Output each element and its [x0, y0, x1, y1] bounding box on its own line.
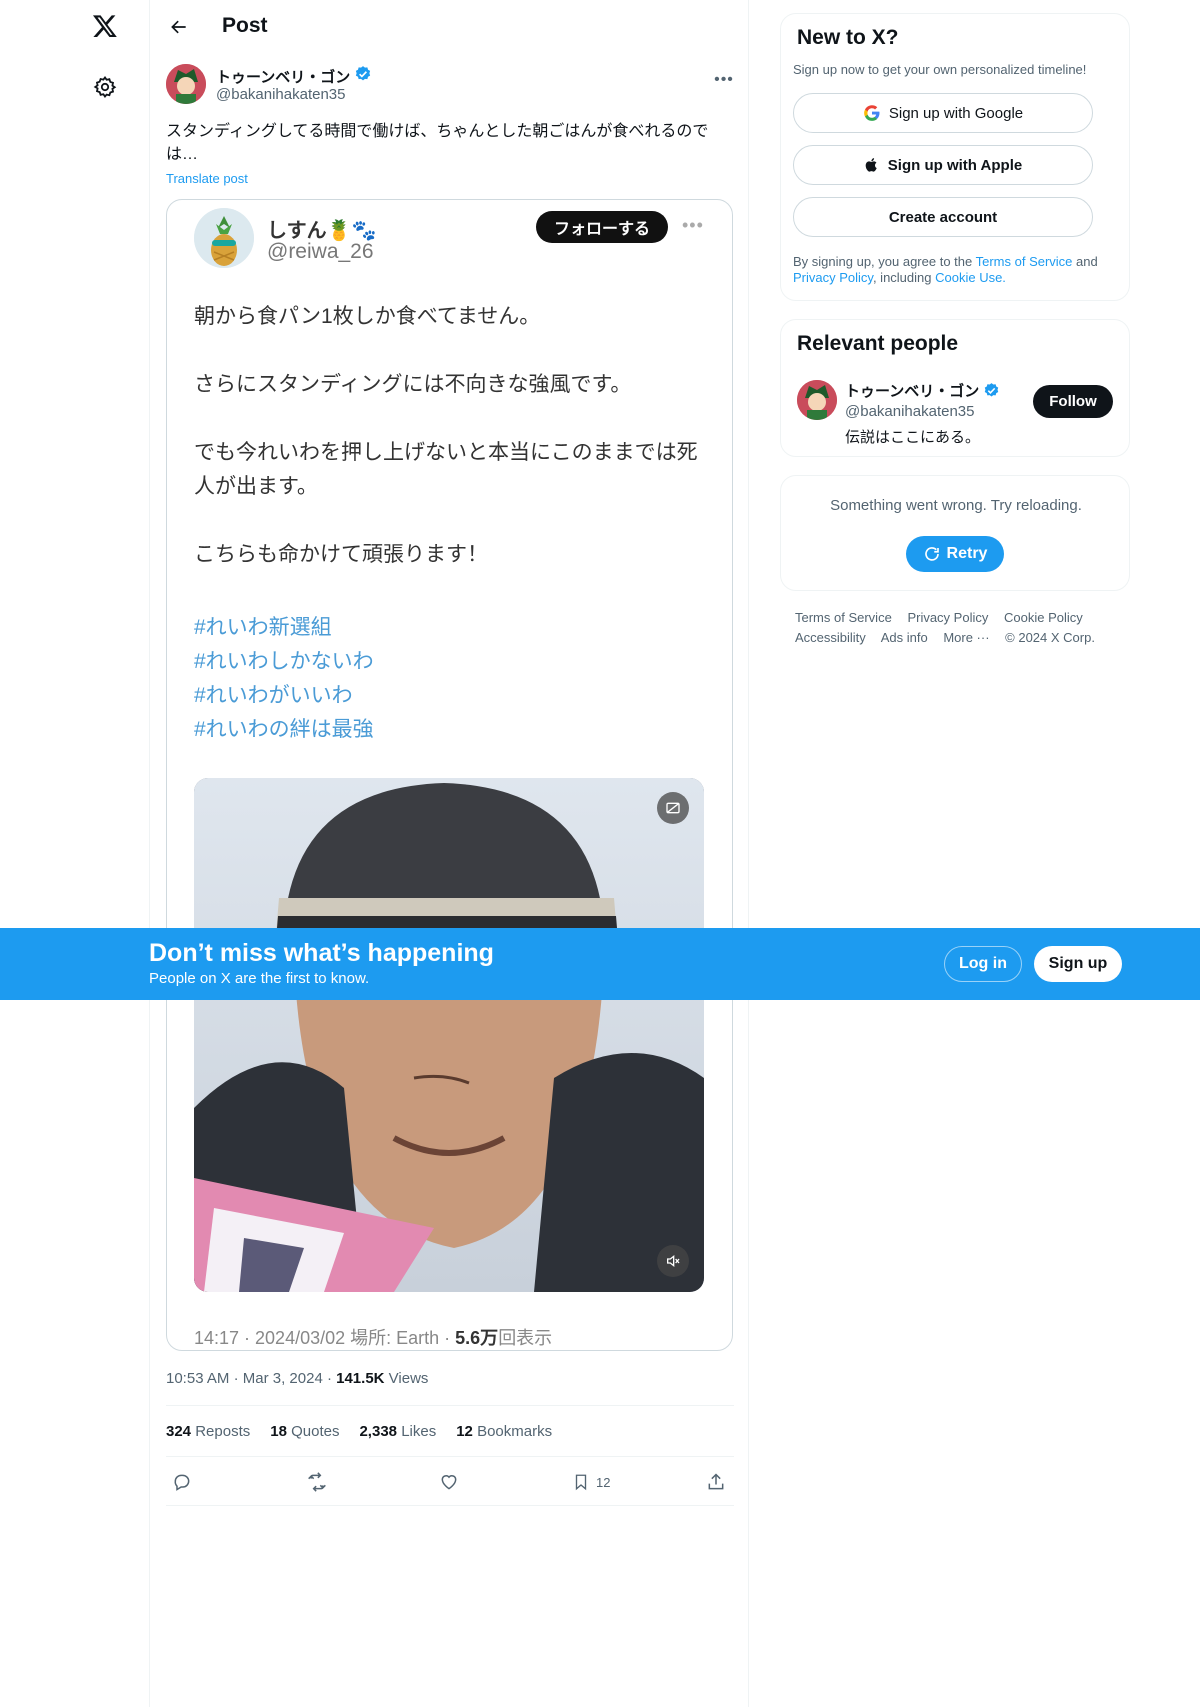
avatar[interactable]	[166, 64, 206, 104]
quoted-meta-views: 5.6万	[455, 1328, 499, 1348]
footer-link[interactable]: Cookie Policy	[1004, 610, 1083, 625]
views-label: Views	[388, 1370, 429, 1387]
signup-terms: By signing up, you agree to the Terms of…	[793, 254, 1098, 285]
reposts-stat[interactable]: 324 Reposts	[166, 1423, 250, 1440]
views-count: 141.5K	[336, 1370, 385, 1387]
signup-button[interactable]: Sign up	[1034, 946, 1122, 982]
verified-badge-icon	[354, 65, 372, 87]
meta-separator: ·	[326, 1370, 337, 1387]
post-date[interactable]: Mar 3, 2024	[243, 1370, 323, 1387]
hashtag: #れいわしかないわ	[194, 650, 374, 673]
mute-icon	[657, 1245, 689, 1277]
quoted-body: 朝から食パン1枚しか食べてません。 さらにスタンディングには不向きな強風です。 …	[194, 300, 704, 606]
new-to-x-title: New to X?	[797, 26, 899, 49]
bookmark-icon	[575, 1474, 587, 1491]
quoted-meta-views-label: 回表示	[498, 1328, 553, 1348]
signup-apple-label: Sign up with Apple	[887, 156, 1023, 174]
quoted-follow-button: フォローする	[536, 211, 668, 243]
post-header: Post	[150, 0, 750, 54]
author-name[interactable]: トゥーンベリ・ゴン	[216, 65, 372, 87]
signup-apple-button[interactable]: Sign up with Apple	[793, 145, 1093, 185]
copyright: © 2024 X Corp.	[1005, 630, 1095, 645]
quoted-paragraph: こちらも命かけて頑張ります！	[194, 543, 488, 566]
relevant-name[interactable]: トゥーンベリ・ゴン	[845, 380, 1000, 401]
likes-stat[interactable]: 2,338 Likes	[359, 1423, 436, 1440]
retry-button[interactable]: Retry	[906, 536, 1004, 572]
main-column: Post トゥーンベリ・ゴン @bakanihakaten35 ••• スタンデ…	[149, 0, 749, 1707]
left-nav	[0, 0, 149, 1707]
new-to-x-box: New to X? Sign up now to get your own pe…	[780, 13, 1130, 301]
post-actions: 12	[166, 1458, 734, 1506]
google-icon	[864, 105, 880, 121]
post-meta: 10:53 AM · Mar 3, 2024 · 141.5K Views	[166, 1370, 428, 1387]
meta-separator: ·	[233, 1370, 243, 1387]
verified-badge-icon	[985, 383, 999, 397]
avatar[interactable]	[797, 380, 837, 420]
quoted-avatar	[194, 208, 254, 268]
quoted-paragraph: 朝から食パン1枚しか食べてません。	[194, 305, 541, 328]
quoted-more-icon: •••	[682, 215, 704, 235]
repost-icon[interactable]	[306, 1470, 328, 1494]
privacy-link[interactable]: Privacy Policy	[793, 270, 873, 285]
follow-button[interactable]: Follow	[1033, 385, 1113, 418]
relevant-handle[interactable]: @bakanihakaten35	[845, 403, 975, 420]
terms-link[interactable]: Terms of Service	[976, 254, 1073, 269]
page-title: Post	[222, 14, 268, 37]
back-arrow-icon[interactable]	[164, 12, 194, 42]
refresh-icon	[924, 547, 939, 561]
quotes-stat[interactable]: 18 Quotes	[270, 1423, 339, 1440]
bookmark-count: 12	[596, 1474, 611, 1490]
quoted-handle: @reiwa_26	[267, 240, 374, 263]
quoted-meta-time: 14:17 · 2024/03/02 場所: Earth ·	[194, 1328, 456, 1348]
quoted-meta: 14:17 · 2024/03/02 場所: Earth · 5.6万回表示	[194, 1324, 552, 1350]
video-thumbnail	[194, 778, 704, 1292]
post-stats: 324 Reposts 18 Quotes 2,338 Likes 12 Boo…	[166, 1405, 734, 1457]
hashtag: #れいわがいいわ	[194, 684, 353, 707]
error-message: Something went wrong. Try reloading.	[830, 497, 1082, 514]
banner-title: Don’t miss what’s happening	[149, 939, 494, 967]
cookie-use-link[interactable]: Cookie Use.	[935, 270, 1006, 285]
hashtag: #れいわ新選組	[194, 616, 332, 639]
banner-subtitle: People on X are the first to know.	[149, 970, 370, 987]
footer-link[interactable]: Accessibility	[795, 630, 866, 645]
bookmark-button[interactable]: 12	[572, 1470, 610, 1494]
error-box: Something went wrong. Try reloading. Ret…	[780, 475, 1130, 591]
footer-more-link[interactable]: More ···	[943, 630, 989, 645]
post-media-image[interactable]: しすん🍍🐾 @reiwa_26 フォローする ••• 朝から食パン1枚しか食べて…	[166, 199, 733, 1351]
quoted-hashtags: #れいわ新選組 #れいわしかないわ #れいわがいいわ #れいわの絆は最強	[194, 611, 374, 747]
footer-link[interactable]: Terms of Service	[795, 610, 892, 625]
login-banner: Don’t miss what’s happening People on X …	[0, 928, 1200, 1000]
sensitive-media-icon	[657, 792, 689, 824]
login-button[interactable]: Log in	[944, 946, 1022, 982]
quoted-name: しすん🍍🐾	[267, 220, 377, 242]
settings-gear-icon[interactable]	[91, 73, 119, 101]
relevant-people-title: Relevant people	[797, 332, 959, 355]
footer-link[interactable]: Privacy Policy	[907, 610, 988, 625]
author-name-text: トゥーンベリ・ゴン	[216, 68, 351, 86]
footer-links: Terms of Service Privacy Policy Cookie P…	[795, 608, 1115, 648]
signup-google-label: Sign up with Google	[888, 104, 1024, 122]
relevant-bio: 伝説はここにある。	[845, 429, 981, 446]
signup-google-button[interactable]: Sign up with Google	[793, 93, 1093, 133]
x-logo-icon[interactable]	[91, 12, 119, 40]
translate-post-link[interactable]: Translate post	[166, 171, 248, 186]
bookmarks-stat: 12 Bookmarks	[456, 1422, 553, 1440]
apple-icon	[865, 158, 877, 172]
like-heart-icon[interactable]	[439, 1470, 459, 1494]
reply-icon[interactable]	[172, 1470, 192, 1494]
quoted-paragraph: さらにスタンディングには不向きな強風です。	[194, 373, 632, 396]
create-account-button[interactable]: Create account	[793, 197, 1093, 237]
more-options-icon[interactable]: •••	[712, 68, 736, 92]
share-icon[interactable]	[706, 1470, 726, 1494]
footer-link[interactable]: Ads info	[881, 630, 928, 645]
author-handle[interactable]: @bakanihakaten35	[216, 86, 346, 103]
post-text: スタンディングしてる時間で働けば、ちゃんとした朝ごはんが食べれるのでは…	[166, 123, 709, 163]
quoted-paragraph: でも今れいわを押し上げないと本当にこのままでは死人が出ます。	[194, 441, 698, 498]
post-author: トゥーンベリ・ゴン @bakanihakaten35 •••	[166, 64, 736, 108]
post-time[interactable]: 10:53 AM	[166, 1370, 229, 1387]
relevant-people-box: Relevant people トゥーンベリ・ゴン @bakanihakaten…	[780, 319, 1130, 457]
retry-label: Retry	[946, 545, 988, 562]
new-to-x-subtitle: Sign up now to get your own personalized…	[793, 62, 1087, 77]
hashtag: #れいわの絆は最強	[194, 718, 374, 741]
